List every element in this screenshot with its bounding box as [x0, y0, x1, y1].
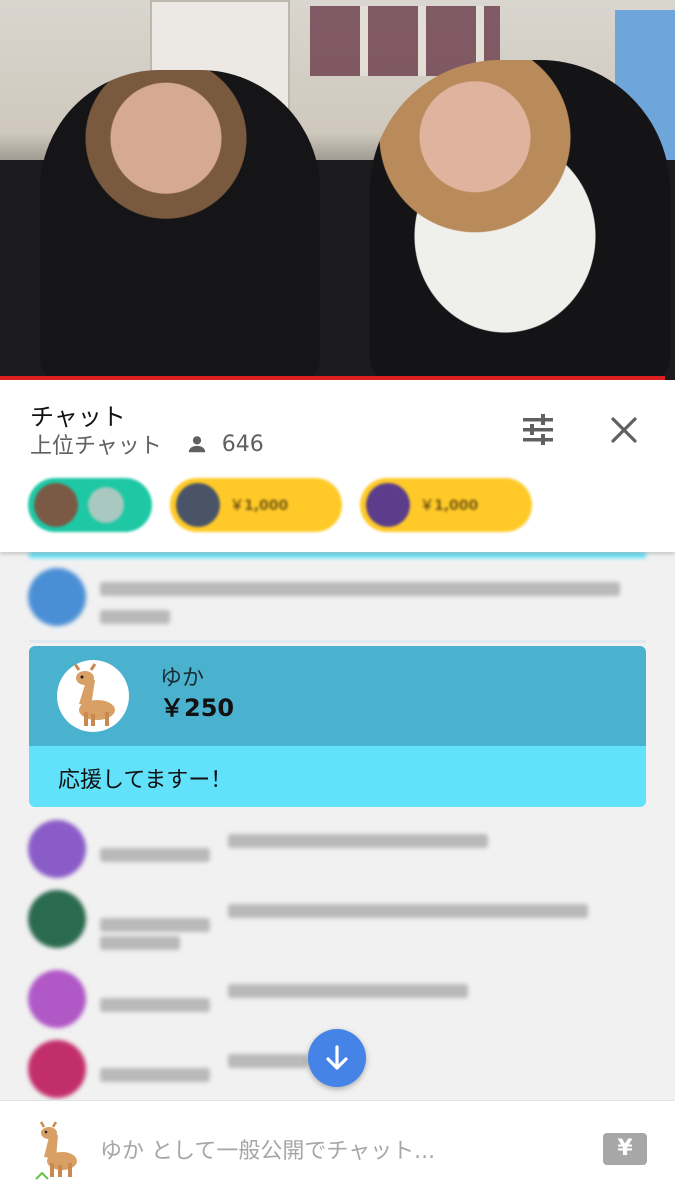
author-redacted	[100, 848, 210, 862]
avatar	[28, 1040, 86, 1098]
chat-input-bar	[0, 1100, 675, 1200]
filter-button[interactable]	[518, 410, 558, 450]
pinned-card-edge	[29, 552, 646, 558]
video-person-right	[370, 60, 670, 380]
author-redacted	[100, 918, 210, 932]
message-text-redacted	[100, 936, 180, 950]
scroll-to-bottom-button[interactable]	[308, 1029, 366, 1087]
avatar	[28, 568, 86, 626]
chat-message[interactable]	[28, 970, 468, 1028]
message-text-redacted	[228, 904, 588, 918]
chat-message[interactable]	[28, 1040, 308, 1098]
ticker-amount: ￥1,000	[420, 498, 479, 514]
chat-mode-label: 上位チャット	[30, 434, 162, 459]
ticker-avatar	[34, 483, 78, 527]
message-text-redacted	[228, 1054, 308, 1068]
super-chat-header: ゆか ￥250	[29, 646, 646, 746]
chat-title: チャット	[30, 403, 126, 431]
ticker-avatar	[88, 487, 124, 523]
video-person-left	[40, 70, 320, 380]
chat-message[interactable]	[28, 890, 588, 964]
avatar	[28, 970, 86, 1028]
viewer-count: 646	[221, 431, 264, 457]
ticker-item[interactable]: ￥1,000	[360, 478, 532, 532]
chat-header: チャット 上位チャット 646 ￥1,000 ￥1,000	[0, 380, 675, 552]
super-chat-button[interactable]: ¥	[603, 1133, 647, 1165]
ticker-amount: ￥1,000	[230, 498, 289, 514]
deer-avatar	[57, 660, 129, 732]
author-redacted	[100, 998, 210, 1012]
message-text-redacted	[228, 834, 488, 848]
sliders-icon	[523, 414, 553, 445]
author-redacted	[100, 1068, 210, 1082]
chat-input[interactable]	[100, 1133, 580, 1169]
super-chat-card[interactable]: ゆか ￥250 応援してますー！	[29, 646, 646, 807]
super-chat-ticker: ￥1,000 ￥1,000	[28, 478, 532, 532]
ticker-avatar	[176, 483, 220, 527]
super-chat-body: 応援してますー！	[29, 746, 646, 807]
super-chat-message: 応援してますー！	[58, 768, 233, 793]
deer-icon	[73, 663, 115, 726]
close-chat-button[interactable]	[604, 410, 644, 450]
chat-mode-selector[interactable]: 上位チャット 646	[30, 428, 264, 460]
chat-message[interactable]	[28, 568, 620, 638]
divider	[29, 640, 646, 643]
deer-avatar-icon	[35, 1121, 77, 1180]
video-player[interactable]	[0, 0, 675, 380]
ticker-item[interactable]: ￥1,000	[170, 478, 342, 532]
chat-message[interactable]	[28, 820, 488, 878]
avatar	[28, 820, 86, 878]
close-icon	[611, 417, 637, 443]
message-text-redacted	[228, 984, 468, 998]
chat-message-list[interactable]: ゆか ￥250 応援してますー！	[0, 552, 675, 1100]
super-chat-amount: ￥250	[160, 694, 235, 722]
ticker-item[interactable]	[28, 478, 152, 532]
ticker-avatar	[366, 483, 410, 527]
arrow-down-icon	[326, 1045, 348, 1070]
person-icon	[188, 436, 206, 453]
message-text-redacted	[100, 610, 170, 624]
message-text-redacted	[100, 582, 620, 596]
avatar	[28, 890, 86, 948]
